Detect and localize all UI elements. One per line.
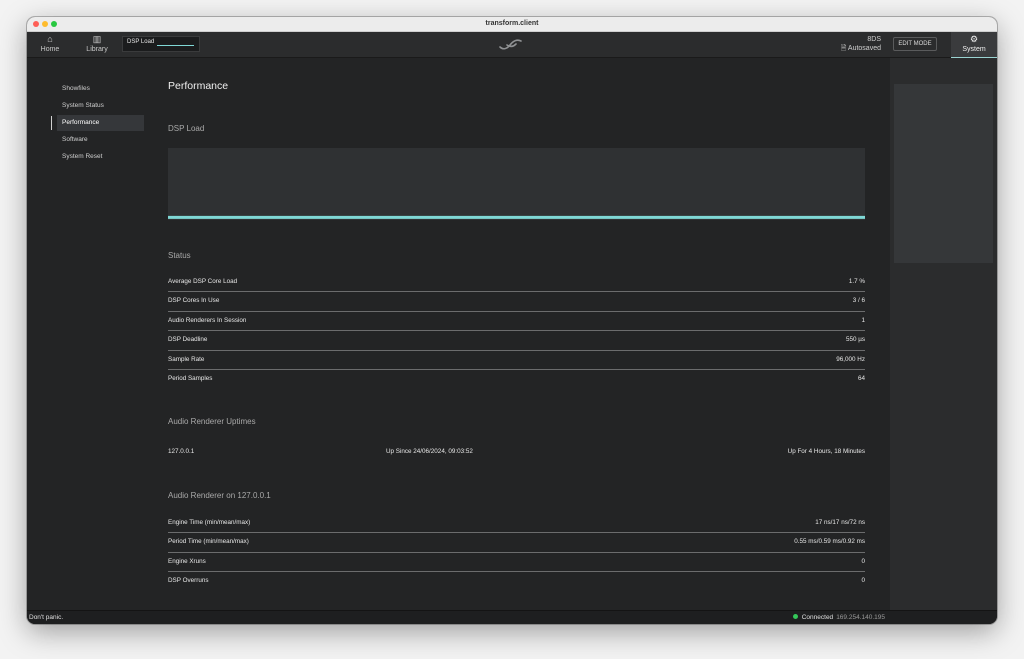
gear-icon: ⚙ bbox=[969, 34, 979, 44]
home-label: Home bbox=[40, 46, 60, 53]
sidebar: Showfiles System Status Performance Soft… bbox=[27, 58, 155, 610]
row-label: DSP Deadline bbox=[168, 336, 208, 344]
window-title: transform.client bbox=[485, 20, 539, 27]
table-row: Average DSP Core Load 1.7 % bbox=[168, 273, 865, 293]
dsp-load-line bbox=[168, 215, 865, 219]
app-window: transform.client ⌂ Home ▥ Library DSP Lo… bbox=[27, 17, 997, 624]
row-label: Average DSP Core Load bbox=[168, 278, 238, 285]
row-value: 550 µs bbox=[845, 336, 865, 344]
right-panel bbox=[890, 58, 997, 610]
table-row: DSP Overruns 0 bbox=[168, 572, 865, 590]
project-status-line: 🗎 Autosaved bbox=[841, 44, 881, 53]
uptime-duration: Up For 4 Hours, 18 Minutes bbox=[787, 448, 865, 455]
sidebar-item-system-status[interactable]: System Status bbox=[57, 98, 144, 114]
row-label: DSP Overruns bbox=[168, 577, 209, 585]
row-label: Period Time (min/mean/max) bbox=[168, 538, 249, 546]
renderer-table: Engine Time (min/mean/max) 17 ns/17 ns/7… bbox=[168, 514, 865, 591]
project-info: 8DS 🗎 Autosaved bbox=[841, 35, 881, 53]
system-label: System bbox=[962, 46, 986, 53]
status-title: Status bbox=[168, 251, 191, 260]
table-row: Period Samples 64 bbox=[168, 370, 865, 388]
uptime-host: 127.0.0.1 bbox=[168, 448, 195, 455]
row-value: 0 bbox=[861, 557, 865, 565]
sidebar-item-showfiles[interactable]: Showfiles bbox=[57, 81, 144, 97]
row-value: 64 bbox=[857, 374, 865, 382]
row-value: 0 bbox=[861, 577, 865, 585]
table-row: Audio Renderers In Session 1 bbox=[168, 312, 865, 332]
row-label: Engine Time (min/mean/max) bbox=[168, 519, 251, 526]
main-content: Performance DSP Load Status Average DSP … bbox=[168, 58, 890, 610]
row-value: 1.7 % bbox=[848, 278, 865, 285]
dsp-load-chart-svg bbox=[168, 215, 865, 219]
status-bar: Don't panic. Connected 169.254.140.195 bbox=[27, 610, 997, 624]
library-icon: ▥ bbox=[92, 34, 102, 44]
library-label: Library bbox=[86, 46, 108, 53]
project-name: 8DS bbox=[867, 36, 881, 43]
uptime-since: Up Since 24/06/2024, 09:03:52 bbox=[386, 448, 473, 455]
document-icon: 🗎 bbox=[840, 45, 848, 52]
dsp-load-meter-label: DSP Load bbox=[127, 39, 155, 45]
table-row: Sample Rate 96,000 Hz bbox=[168, 351, 865, 370]
dsp-load-title: DSP Load bbox=[168, 124, 205, 133]
edit-mode-button[interactable]: EDIT MODE bbox=[893, 37, 937, 51]
table-row: DSP Deadline 550 µs bbox=[168, 331, 865, 351]
status-table: Average DSP Core Load 1.7 % DSP Cores In… bbox=[168, 273, 865, 388]
table-row: Engine Xruns 0 bbox=[168, 553, 865, 573]
renderer-title: Audio Renderer on 127.0.0.1 bbox=[168, 491, 271, 500]
logo-icon bbox=[499, 39, 522, 50]
sidebar-item-system-reset[interactable]: System Reset bbox=[57, 149, 144, 165]
project-status: Autosaved bbox=[847, 45, 881, 52]
home-button[interactable]: ⌂ Home bbox=[35, 32, 65, 57]
row-label: Period Samples bbox=[168, 374, 213, 382]
row-value: 17 ns/17 ns/72 ns bbox=[815, 519, 865, 526]
connection-ip: 169.254.140.195 bbox=[836, 614, 885, 621]
toolbar: ⌂ Home ▥ Library DSP Load 8DS 🗎 Autosave… bbox=[27, 32, 997, 58]
row-label: Engine Xruns bbox=[168, 557, 206, 565]
uptime-row: 127.0.0.1 Up Since 24/06/2024, 09:03:52 … bbox=[168, 448, 865, 460]
right-panel-box bbox=[894, 84, 993, 263]
row-label: Audio Renderers In Session bbox=[168, 316, 247, 324]
row-value: 3 / 6 bbox=[852, 297, 865, 305]
connection-indicator-icon bbox=[792, 614, 798, 619]
row-label: Sample Rate bbox=[168, 355, 205, 363]
dsp-load-meter[interactable]: DSP Load bbox=[122, 36, 200, 52]
row-label: DSP Cores In Use bbox=[168, 297, 220, 305]
home-icon: ⌂ bbox=[47, 34, 53, 44]
connection-label: Connected bbox=[801, 614, 834, 621]
dsp-load-meter-bar bbox=[157, 45, 194, 46]
library-button[interactable]: ▥ Library bbox=[82, 32, 112, 57]
page-title: Performance bbox=[168, 80, 229, 92]
row-value: 96,000 Hz bbox=[836, 355, 865, 363]
table-row: DSP Cores In Use 3 / 6 bbox=[168, 292, 865, 312]
connection-status: Connected 169.254.140.195 bbox=[792, 614, 885, 621]
dsp-load-chart bbox=[168, 148, 865, 220]
row-value: 1 bbox=[861, 316, 865, 324]
sidebar-item-performance[interactable]: Performance bbox=[51, 115, 144, 131]
sidebar-item-software[interactable]: Software bbox=[57, 132, 144, 148]
system-button[interactable]: ⚙ System bbox=[951, 32, 997, 58]
table-row: Engine Time (min/mean/max) 17 ns/17 ns/7… bbox=[168, 514, 865, 534]
uptimes-title: Audio Renderer Uptimes bbox=[168, 417, 256, 426]
title-bar: transform.client bbox=[27, 17, 997, 32]
row-value: 0.55 ms/0.59 ms/0.92 ms bbox=[794, 538, 865, 546]
table-row: Period Time (min/mean/max) 0.55 ms/0.59 … bbox=[168, 533, 865, 553]
status-message: Don't panic. bbox=[29, 614, 64, 621]
